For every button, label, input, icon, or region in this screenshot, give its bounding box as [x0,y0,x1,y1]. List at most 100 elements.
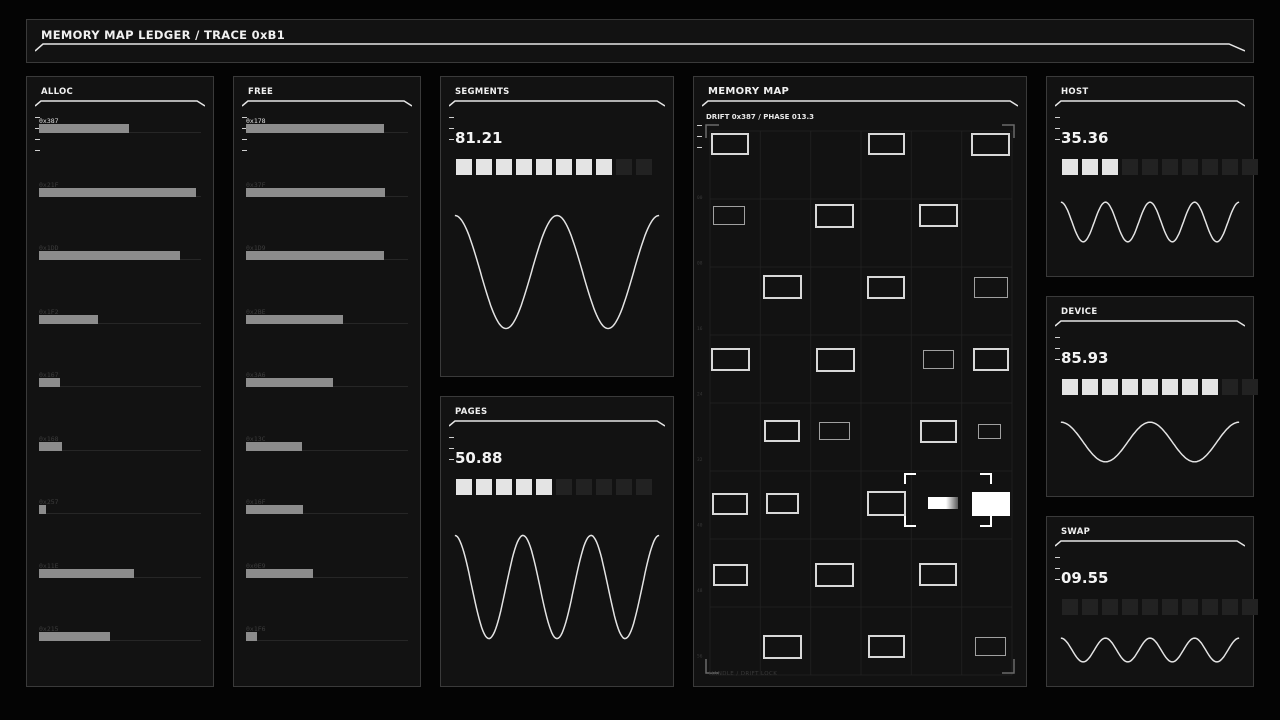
segments-meter-cell [516,159,532,175]
free-row-bar [246,124,384,133]
memory-map-cell[interactable] [764,420,800,442]
segments-meter-cell [536,159,552,175]
memory-map-cell[interactable] [978,424,1001,439]
memory-map-cell[interactable] [815,563,854,587]
memory-map-panel: MEMORY MAP DRIFT 0x387 / PHASE 013.3 00 0… [693,76,1027,687]
free-row-baseline [246,640,408,641]
pages-title: PAGES [455,407,488,417]
segments-title: SEGMENTS [455,87,510,97]
alloc-row-bar [39,505,46,514]
segments-wave [454,214,660,330]
alloc-row-baseline [39,513,201,514]
host-meter-cell [1062,159,1078,175]
device-meter-cell [1122,379,1138,395]
alloc-row-baseline [39,386,201,387]
free-row: 0x178 [246,117,408,181]
free-row: 0x1F6 [246,625,408,689]
alloc-row-bar [39,568,134,578]
memory-map-cell[interactable] [868,133,905,155]
free-row-bar [246,378,333,387]
segments-panel: SEGMENTS 81.21 [440,76,674,377]
memory-map-cell[interactable] [920,420,957,443]
memory-map-cell[interactable] [763,635,802,659]
memory-map-cell-selected[interactable] [972,492,1010,516]
device-meter-cell [1242,379,1258,395]
alloc-row-baseline [39,449,201,451]
focus-bracket[interactable] [980,473,992,484]
segments-rule [449,100,665,107]
memory-map-cell[interactable] [867,276,905,299]
device-meter-cell [1142,379,1158,395]
pages-panel: PAGES 50.88 [440,396,674,687]
host-meter-cell [1122,159,1138,175]
memory-map-cell[interactable] [711,133,749,155]
alloc-row-bar [39,441,62,451]
focus-bracket[interactable] [904,473,916,484]
memory-map-y-tick: 40 [697,523,703,529]
swap-meter-cell [1202,599,1218,615]
segments-meter [456,159,652,175]
memory-map-cell[interactable] [816,348,855,372]
host-meter [1062,159,1258,175]
host-meter-cell [1102,159,1118,175]
swap-meter-cell [1222,599,1238,615]
device-meter [1062,379,1258,395]
alloc-panel: ALLOC 0x387 0x21F 0x1DD 0x1F2 0x167 0x168 0x25… [26,76,214,687]
memory-map-cell[interactable] [923,350,954,369]
pages-meter-cell [576,479,592,495]
segments-meter-cell [636,159,652,175]
pages-meter [456,479,652,495]
free-row: 0x37F [246,181,408,245]
focus-bracket[interactable] [904,514,916,527]
memory-map-cell[interactable] [819,422,850,440]
alloc-row-bar [39,124,129,133]
device-meter-cell [1182,379,1198,395]
memory-map-cell[interactable] [713,564,748,586]
swap-meter-cell [1242,599,1258,615]
memory-map-cell[interactable] [763,275,802,299]
segments-value: 81.21 [455,129,503,147]
host-value: 35.36 [1061,129,1109,147]
free-row: 0x3A6 [246,371,408,435]
memory-map-y-tick: 08 [697,261,703,267]
swap-wave [1060,637,1240,663]
free-row-bar [246,568,313,578]
memory-map-cell[interactable] [919,204,958,227]
memory-map-cell[interactable] [974,277,1008,298]
free-panel: FREE 0x178 0x37F 0x1D9 0x2BE 0x3A6 0x13C 0x16F… [233,76,421,687]
swap-meter-cell [1062,599,1078,615]
memory-map-cell[interactable] [867,491,906,516]
segments-meter-cell [576,159,592,175]
host-meter-cell [1242,159,1258,175]
memory-map-y-tick: 56 [697,654,703,660]
alloc-row: 0x215 [39,625,201,689]
alloc-rule [35,100,205,107]
memory-map-cell[interactable] [973,348,1009,371]
device-meter-cell [1062,379,1078,395]
memory-map-y-tick: 32 [697,457,703,463]
memory-map-cell[interactable] [713,206,745,225]
host-meter-cell [1142,159,1158,175]
free-row-bar [246,441,302,451]
memory-map-cell[interactable] [766,493,799,514]
page-title: MEMORY MAP LEDGER / TRACE 0xB1 [41,28,286,42]
alloc-row: 0x167 [39,371,201,435]
drag-ghost[interactable] [928,497,958,509]
memory-map-cell[interactable] [815,204,854,228]
free-row: 0x2BE [246,308,408,372]
memory-map-cell[interactable] [712,493,748,515]
memory-map-cell[interactable] [975,637,1006,656]
pages-meter-cell [496,479,512,495]
swap-wave-line [1060,637,1240,663]
memory-map-cell[interactable] [711,348,750,371]
memory-map-cell[interactable] [919,563,957,586]
memory-map-y-tick: 00 [697,195,703,201]
swap-title: SWAP [1061,527,1091,537]
host-title: HOST [1061,87,1089,97]
pages-meter-cell [456,479,472,495]
alloc-row: 0x11E [39,562,201,626]
memory-map-cell[interactable] [868,635,905,658]
alloc-row-bar [39,187,196,197]
memory-map-cell[interactable] [971,133,1010,156]
memory-map-y-tick: 16 [697,326,703,332]
